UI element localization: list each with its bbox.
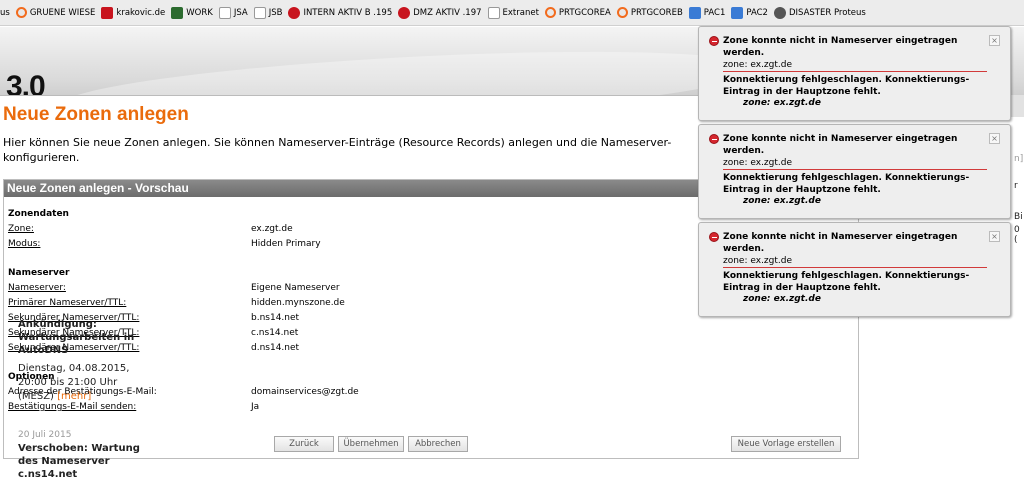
section-nameserver: Nameserver: [8, 268, 70, 278]
news-more-link[interactable]: [mehr]: [57, 391, 91, 402]
extranet-icon: [487, 6, 500, 19]
logo[interactable]: 3.0: [6, 70, 46, 95]
close-icon[interactable]: ×: [989, 35, 1000, 46]
notification-detail: zone: ex.zgt.de: [743, 98, 821, 108]
cancel-button[interactable]: Abbrechen: [408, 436, 468, 452]
notification-detail: zone: ex.zgt.de: [743, 196, 821, 206]
new-template-button[interactable]: Neue Vorlage erstellen: [731, 436, 841, 452]
close-icon[interactable]: ×: [989, 133, 1000, 144]
bookmark-prtgcoreb[interactable]: PRTGCOREB: [616, 7, 683, 18]
notification-title: Zone konnte nicht in Nameserver eingetra…: [723, 36, 958, 58]
section-zonendaten: Zonendaten: [8, 209, 69, 219]
page-title: Neue Zonen anlegen: [3, 104, 189, 125]
close-icon[interactable]: ×: [989, 231, 1000, 242]
notification-message: Konnektierung fehlgeschlagen. Konnektier…: [723, 173, 970, 195]
error-icon: [709, 36, 719, 46]
sidebar-peek-text: r: [1014, 181, 1018, 191]
send-email-value: Ja: [251, 402, 260, 412]
news-title[interactable]: Verschoben: Wartung des Nameserver c.ns1…: [18, 442, 146, 481]
pac-icon: [731, 6, 744, 19]
intern-icon: [288, 6, 301, 19]
bookmark-intern-aktiv[interactable]: INTERN AKTIV B .195: [288, 6, 392, 19]
confirm-email-value: domainservices@zgt.de: [251, 387, 359, 397]
secondary-ns-value: d.ns14.net: [251, 343, 300, 353]
notification-zone: zone: ex.zgt.de: [723, 60, 987, 72]
news-title[interactable]: Ankündigung: Wartungsarbeiten in AutoDNS: [18, 318, 146, 357]
bookmark-us[interactable]: us: [0, 8, 10, 18]
page-intro-line2: konfigurieren.: [3, 151, 80, 164]
bookmark-extranet[interactable]: Extranet: [487, 6, 539, 19]
bookmark-prtgcorea[interactable]: PRTGCOREA: [544, 7, 611, 18]
zone-value: ex.zgt.de: [251, 224, 293, 234]
krakovic-icon: [101, 6, 114, 19]
notification-zone: zone: ex.zgt.de: [723, 158, 987, 170]
error-notification: Zone konnte nicht in Nameserver eingetra…: [698, 124, 1011, 219]
notification-title: Zone konnte nicht in Nameserver eingetra…: [723, 232, 958, 254]
sidebar-peek-text: 0 (: [1014, 225, 1020, 245]
notification-message: Konnektierung fehlgeschlagen. Konnektier…: [723, 75, 970, 97]
error-icon: [709, 134, 719, 144]
sidebar-peek-text: Bi: [1014, 212, 1023, 222]
primary-ns-label[interactable]: Primärer Nameserver/TTL:: [8, 298, 126, 308]
blank-page-icon: [218, 6, 231, 19]
nameserver-value: Eigene Nameserver: [251, 283, 340, 293]
error-notification: Zone konnte nicht in Nameserver eingetra…: [698, 222, 1011, 317]
bookmark-disaster-proteus[interactable]: DISASTER Proteus: [773, 6, 866, 19]
page-intro-line1: Hier können Sie neue Zonen anlegen. Sie …: [3, 136, 672, 149]
header-swoosh: [58, 38, 762, 95]
bookmark-jsa[interactable]: JSA: [218, 6, 248, 19]
bookmark-pac1[interactable]: PAC1: [688, 6, 725, 19]
prtg-icon: [544, 7, 556, 18]
work-icon: [171, 6, 184, 19]
page-intro: Hier können Sie neue Zonen anlegen. Sie …: [3, 135, 703, 165]
notification-detail: zone: ex.zgt.de: [743, 294, 821, 304]
bookmark-work[interactable]: WORK: [171, 6, 213, 19]
modus-label[interactable]: Modus:: [8, 239, 40, 249]
blank-page-icon: [253, 6, 266, 19]
bookmarks-bar: us GRUENE WIESE krakovic.de WORK JSA JSB…: [0, 0, 1024, 26]
secondary-ns-value: c.ns14.net: [251, 328, 299, 338]
dmz-icon: [398, 6, 411, 19]
notification-title: Zone konnte nicht in Nameserver eingetra…: [723, 134, 958, 156]
news-body: Dienstag, 04.08.2015, 20:00 bis 21:00 Uh…: [18, 362, 146, 404]
notification-zone: zone: ex.zgt.de: [723, 256, 987, 268]
prtg-icon: [15, 7, 27, 18]
bookmark-gruene-wiese[interactable]: GRUENE WIESE: [15, 7, 95, 18]
modus-value: Hidden Primary: [251, 239, 321, 249]
notification-message: Konnektierung fehlgeschlagen. Konnektier…: [723, 271, 970, 293]
sidebar-peek-text: n]: [1014, 154, 1024, 164]
prtg-icon: [616, 7, 628, 18]
bookmark-krakovic[interactable]: krakovic.de: [101, 6, 165, 19]
error-notification: Zone konnte nicht in Nameserver eingetra…: [698, 26, 1011, 121]
pac-icon: [688, 6, 701, 19]
secondary-ns-value: b.ns14.net: [251, 313, 300, 323]
primary-ns-value: hidden.mynszone.de: [251, 298, 345, 308]
nameserver-label[interactable]: Nameserver:: [8, 283, 66, 293]
bookmark-jsb[interactable]: JSB: [253, 6, 282, 19]
bookmark-pac2[interactable]: PAC2: [731, 6, 768, 19]
disaster-icon: [773, 6, 786, 19]
zone-label[interactable]: Zone:: [8, 224, 34, 234]
apply-button[interactable]: Übernehmen: [338, 436, 404, 452]
news-date: 20 Juli 2015: [18, 430, 72, 440]
bookmark-dmz-aktiv[interactable]: DMZ AKTIV .197: [398, 6, 482, 19]
back-button[interactable]: Zurück: [274, 436, 334, 452]
error-icon: [709, 232, 719, 242]
